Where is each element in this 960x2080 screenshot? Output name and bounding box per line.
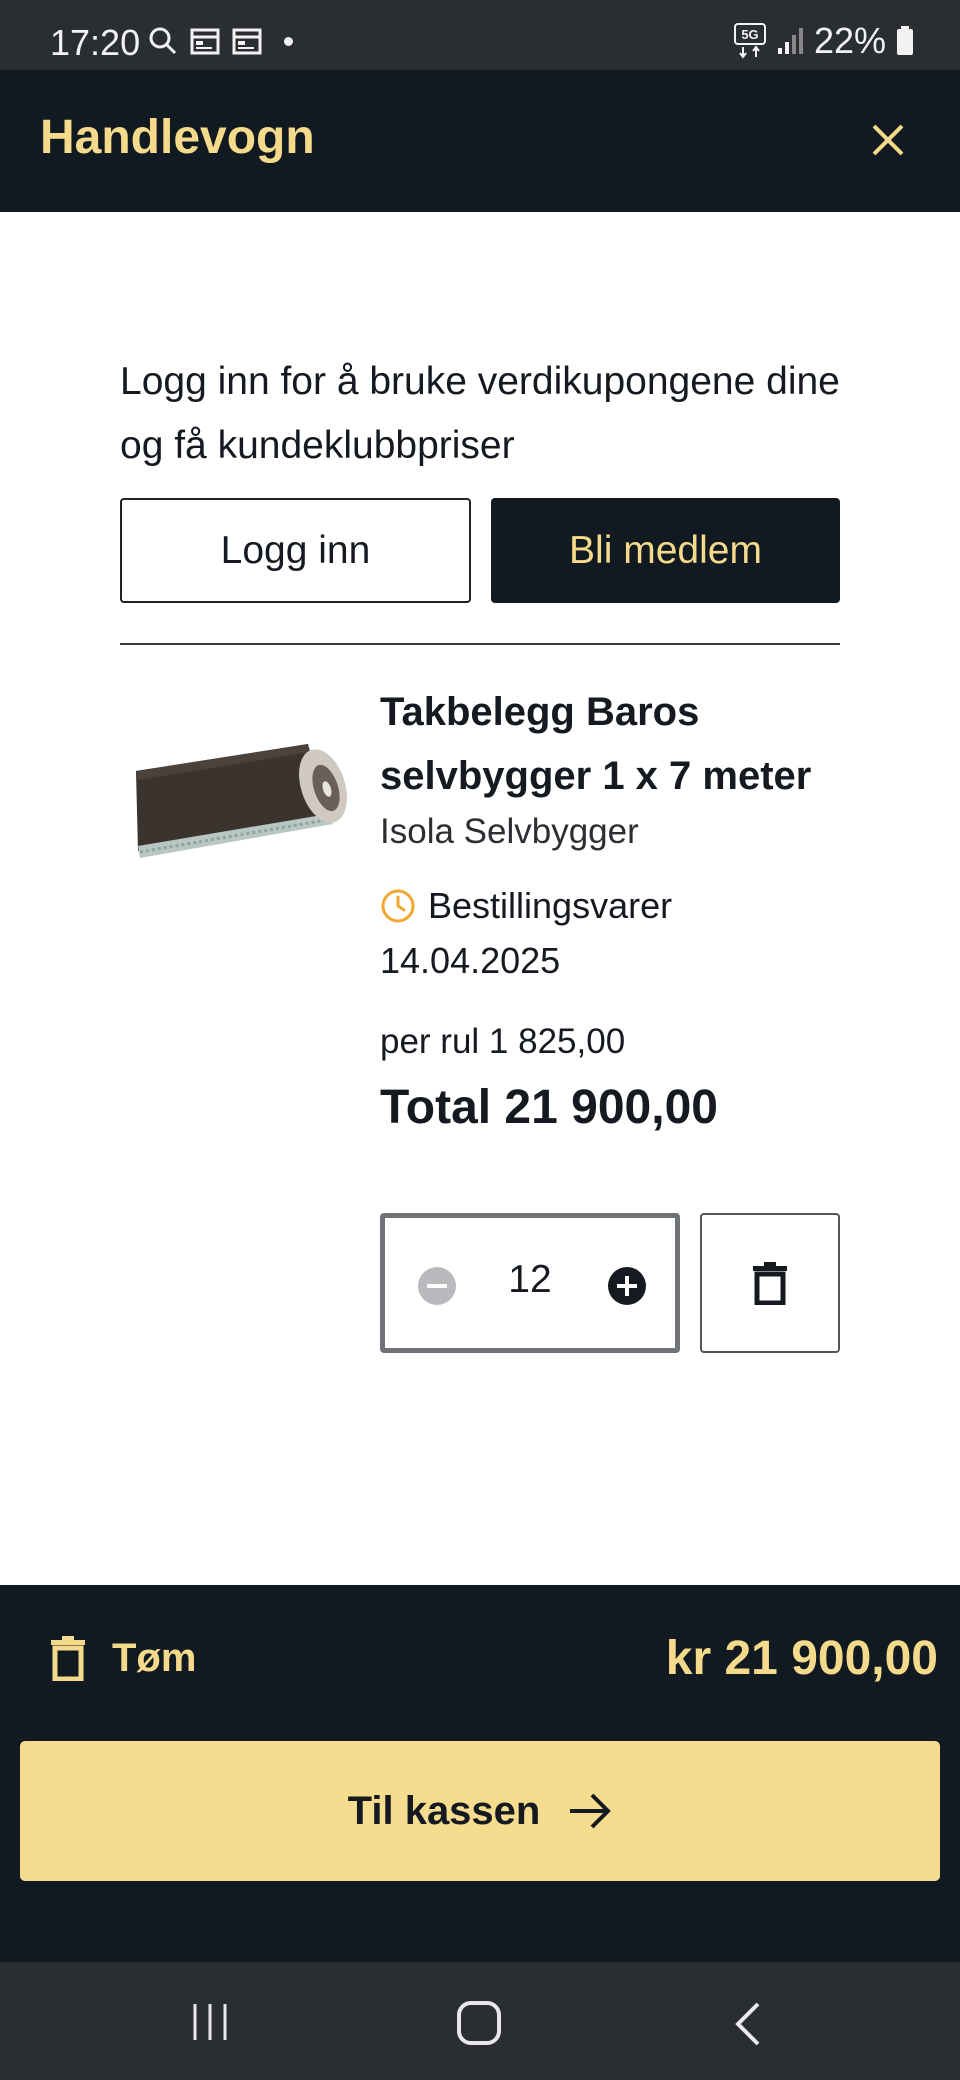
network-label: 5G (741, 27, 758, 42)
status-system-icons: 5G 22% (733, 20, 914, 62)
signal-icon (777, 28, 803, 54)
page-title: Handlevogn (40, 111, 315, 164)
cart-header: Handlevogn (0, 70, 960, 212)
plus-icon[interactable] (607, 1266, 647, 1306)
dot-icon (284, 36, 293, 46)
battery-percentage: 22% (813, 20, 886, 61)
minus-icon[interactable] (417, 1266, 457, 1306)
availability-status: Bestillingsvarer 14.04.2025 (380, 878, 840, 988)
arrow-right-icon (570, 1793, 612, 1829)
product-brand: Isola Selvbygger (380, 812, 639, 851)
clock-icon (381, 889, 415, 923)
trash-icon (51, 1636, 85, 1681)
search-icon (149, 27, 177, 55)
checkout-label: Til kassen (347, 1788, 541, 1833)
empty-cart-label: Tøm (112, 1635, 197, 1680)
quantity-stepper: 12 (380, 1213, 680, 1353)
recent-apps-icon[interactable] (190, 2002, 230, 2042)
divider (120, 643, 840, 645)
product-total: Total 21 900,00 (380, 1081, 718, 1134)
5g-icon: 5G (733, 23, 766, 59)
quantity-value[interactable]: 12 (485, 1258, 575, 1302)
empty-cart-button[interactable]: Tøm (50, 1635, 196, 1681)
login-button[interactable]: Logg inn (120, 498, 471, 603)
product-name[interactable]: Takbelegg Baros selvbygger 1 x 7 meter (380, 680, 850, 808)
system-nav-bar (0, 1962, 960, 2080)
availability-label: Bestillingsvarer (428, 885, 673, 926)
battery-icon (897, 26, 913, 55)
status-notification-icons (148, 26, 293, 56)
become-member-button[interactable]: Bli medlem (491, 498, 840, 603)
checkout-button[interactable]: Til kassen (20, 1741, 940, 1881)
status-time: 17:20 (50, 22, 141, 63)
trash-icon (753, 1262, 787, 1305)
unit-price: per rul 1 825,00 (380, 1022, 626, 1061)
status-bar: 17:20 5G 22% (0, 0, 960, 70)
login-prompt-text: Logg inn for å bruke verdikupongene dine… (120, 360, 840, 467)
availability-date: 14.04.2025 (380, 940, 561, 981)
roofing-roll-image[interactable] (128, 726, 358, 876)
calendar-icon (232, 28, 262, 55)
calendar-icon (190, 28, 220, 55)
close-icon[interactable] (868, 120, 908, 160)
remove-item-button[interactable] (700, 1213, 840, 1353)
cart-total: kr 21 900,00 (665, 1632, 938, 1685)
cart-footer: Tøm kr 21 900,00 Til kassen (0, 1585, 960, 1962)
back-icon[interactable] (732, 2002, 762, 2046)
home-icon[interactable] (456, 2000, 502, 2046)
